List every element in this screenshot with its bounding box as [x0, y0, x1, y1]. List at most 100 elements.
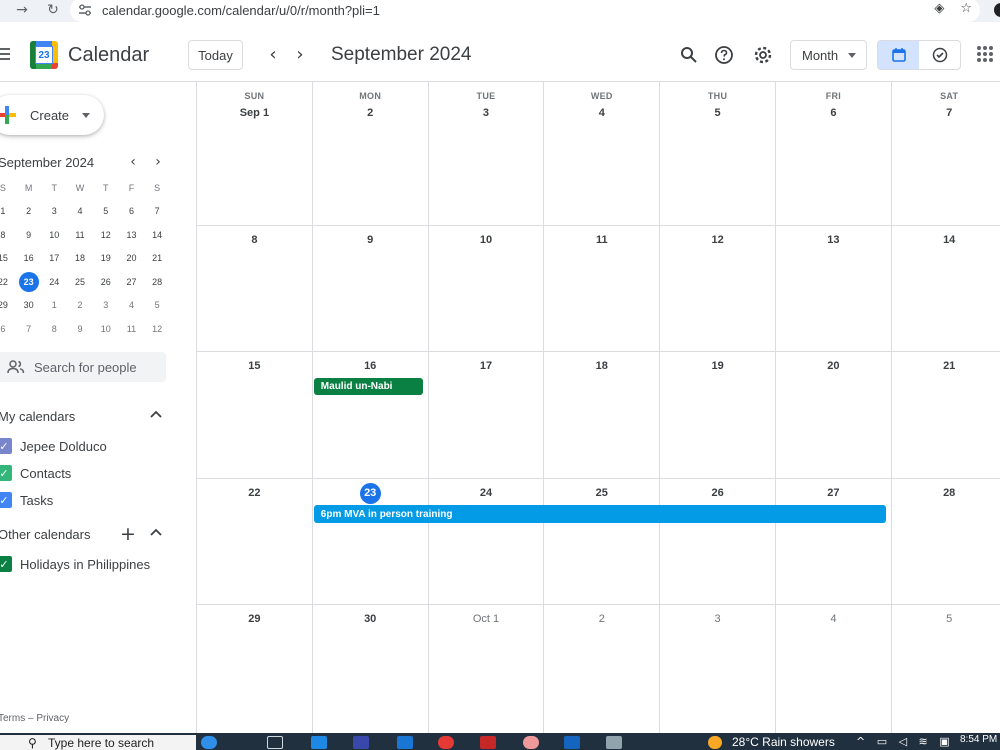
mini-day[interactable]: 7: [144, 200, 170, 222]
day-cell[interactable]: 30: [313, 605, 429, 742]
day-cell[interactable]: 22: [197, 479, 313, 604]
app-icon[interactable]: [564, 736, 580, 749]
day-number[interactable]: 25: [544, 487, 659, 499]
day-cell[interactable]: 4: [776, 605, 892, 742]
system-tray-icons[interactable]: ^ ▭ ◁ ≋ ▣: [856, 735, 954, 748]
day-number[interactable]: 6: [776, 107, 891, 119]
site-settings-icon[interactable]: [78, 4, 92, 16]
day-cell[interactable]: 13: [776, 226, 892, 351]
day-number[interactable]: 17: [429, 360, 544, 372]
mini-day[interactable]: 20: [119, 247, 145, 269]
checkbox-checked-icon[interactable]: ✓: [0, 438, 12, 454]
mini-day[interactable]: 14: [144, 224, 170, 246]
day-cell[interactable]: Oct 1: [429, 605, 545, 742]
terms-privacy-links[interactable]: Terms – Privacy: [0, 713, 69, 724]
taskbar-search-input[interactable]: ⚲ Type here to search: [0, 735, 196, 750]
mini-day[interactable]: 26: [93, 271, 119, 293]
day-number[interactable]: 4: [776, 613, 891, 625]
day-cell[interactable]: 26: [660, 479, 776, 604]
app-icon[interactable]: [523, 736, 539, 749]
weather-widget-icon[interactable]: [201, 736, 217, 749]
mini-day[interactable]: 5: [144, 294, 170, 316]
address-bar[interactable]: calendar.google.com/calendar/u/0/r/month…: [70, 0, 980, 22]
mini-day[interactable]: 18: [67, 247, 93, 269]
day-number[interactable]: 19: [660, 360, 775, 372]
search-people-input[interactable]: Search for people: [0, 352, 166, 382]
day-cell[interactable]: 27: [776, 479, 892, 604]
mini-day[interactable]: 13: [119, 224, 145, 246]
day-number[interactable]: 12: [660, 234, 775, 246]
checkbox-checked-icon[interactable]: ✓: [0, 465, 12, 481]
extension-icon[interactable]: ◈: [934, 1, 944, 16]
checkbox-checked-icon[interactable]: ✓: [0, 492, 12, 508]
mini-day[interactable]: 28: [144, 271, 170, 293]
mini-day[interactable]: 9: [16, 224, 42, 246]
mini-next-month-button[interactable]: ›: [150, 154, 166, 170]
mini-day[interactable]: 4: [119, 294, 145, 316]
reload-icon[interactable]: ↻: [42, 0, 64, 20]
day-number[interactable]: 5: [892, 613, 1000, 625]
day-cell[interactable]: 25: [544, 479, 661, 604]
mini-day[interactable]: 12: [144, 318, 170, 340]
help-icon[interactable]: [712, 43, 736, 67]
day-cell[interactable]: WED 4: [544, 82, 661, 225]
taskbar-weather[interactable]: 28°C Rain showers: [732, 735, 835, 749]
event-chip[interactable]: Maulid un-Nabi: [313, 378, 423, 395]
calendar-item[interactable]: ✓ Tasks: [0, 490, 53, 510]
mini-day[interactable]: 10: [41, 224, 67, 246]
chevron-up-icon[interactable]: [147, 407, 165, 423]
day-cell[interactable]: MON 2: [313, 82, 429, 225]
mini-day[interactable]: 4: [67, 200, 93, 222]
app-icon[interactable]: [480, 736, 496, 749]
mini-day[interactable]: 15: [0, 247, 16, 269]
day-cell[interactable]: 14: [892, 226, 1000, 351]
calendar-item[interactable]: ✓ Holidays in Philippines: [0, 554, 150, 574]
create-button[interactable]: Create: [0, 95, 104, 135]
profile-avatar[interactable]: [994, 3, 1000, 17]
day-number[interactable]: 26: [660, 487, 775, 499]
day-number[interactable]: 9: [313, 234, 428, 246]
day-cell[interactable]: SAT 7: [892, 82, 1000, 225]
chevron-up-icon[interactable]: [147, 525, 165, 541]
today-button[interactable]: Today: [188, 40, 243, 70]
mini-day[interactable]: 8: [41, 318, 67, 340]
mini-day[interactable]: 2: [16, 200, 42, 222]
day-number[interactable]: 22: [197, 487, 312, 499]
day-number[interactable]: 11: [544, 234, 659, 246]
day-number[interactable]: 21: [892, 360, 1000, 372]
mini-previous-month-button[interactable]: ‹: [125, 154, 141, 170]
day-cell[interactable]: 29: [197, 605, 313, 742]
calendar-item[interactable]: ✓ Jepee Dolduco: [0, 436, 107, 456]
day-cell[interactable]: TUE 3: [429, 82, 545, 225]
view-switcher-dropdown[interactable]: Month: [790, 40, 867, 70]
mini-day-today[interactable]: 23: [16, 271, 42, 293]
search-icon[interactable]: [677, 43, 701, 67]
day-cell[interactable]: 17: [429, 352, 545, 478]
day-number-today[interactable]: 23: [313, 483, 428, 504]
day-number[interactable]: 3: [660, 613, 775, 625]
day-number[interactable]: 2: [544, 613, 659, 625]
google-apps-icon[interactable]: [977, 46, 993, 62]
mini-day[interactable]: 9: [67, 318, 93, 340]
mini-day[interactable]: 19: [93, 247, 119, 269]
mini-day[interactable]: 3: [41, 200, 67, 222]
mini-day[interactable]: 7: [16, 318, 42, 340]
mini-day[interactable]: 3: [93, 294, 119, 316]
day-cell[interactable]: 15: [197, 352, 313, 478]
day-number[interactable]: 29: [197, 613, 312, 625]
mini-day[interactable]: 16: [16, 247, 42, 269]
mini-day[interactable]: 17: [41, 247, 67, 269]
mini-day[interactable]: 22: [0, 271, 16, 293]
previous-month-button[interactable]: ‹: [261, 42, 285, 66]
mini-day[interactable]: 21: [144, 247, 170, 269]
day-number[interactable]: 30: [313, 613, 428, 625]
day-cell[interactable]: 23: [313, 479, 429, 604]
day-cell[interactable]: 24: [429, 479, 545, 604]
day-number[interactable]: 20: [776, 360, 891, 372]
app-icon[interactable]: [353, 736, 369, 749]
day-cell[interactable]: 18: [544, 352, 661, 478]
settings-gear-icon[interactable]: [751, 43, 775, 67]
day-number[interactable]: 28: [892, 487, 1000, 499]
chrome-icon[interactable]: [438, 736, 454, 749]
day-number[interactable]: Sep 1: [197, 107, 312, 119]
